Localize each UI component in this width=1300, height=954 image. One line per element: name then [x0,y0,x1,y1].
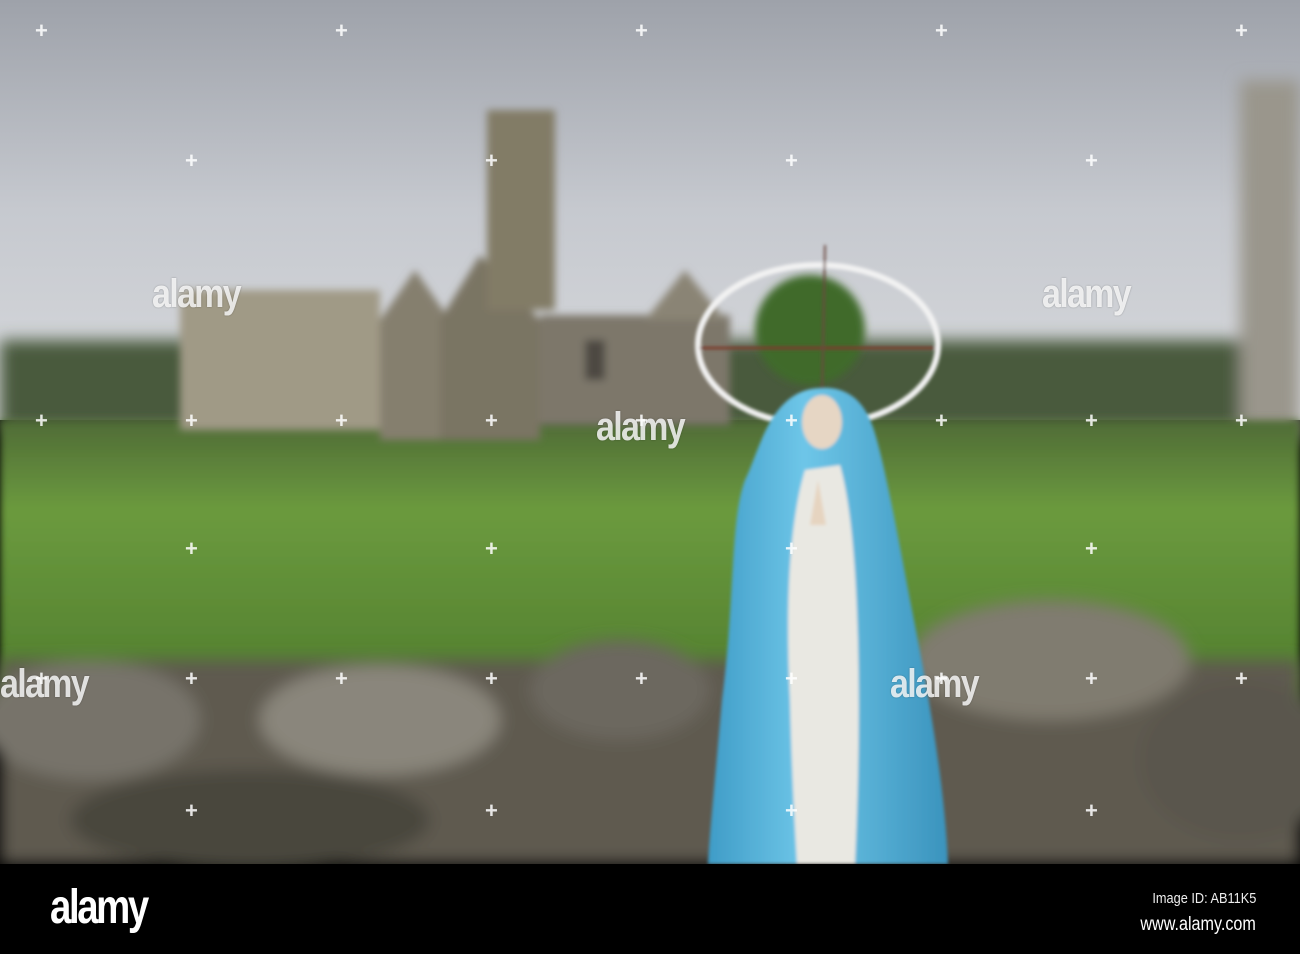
image-id: Image ID: AB11K5 [1152,890,1256,907]
watermark-cross-icon: + [935,666,948,691]
stock-photo: alamy alamy alamy alamy alamy + + + + + + + + + +… [0,0,1300,954]
watermark-cross-icon: + [185,148,198,173]
watermark-cross-icon: + [935,408,948,433]
watermark-cross-icon: + [1235,18,1248,43]
watermark-cross-icon: + [1085,666,1098,691]
watermark-cross-icon: + [35,666,48,691]
watermark-cross-icon: + [185,666,198,691]
watermark-cross-icon: + [785,666,798,691]
alamy-logo: alamy [50,881,149,934]
watermark-cross-icon: + [785,408,798,433]
watermark-cross-icon: + [1085,148,1098,173]
watermark-cross-icon: + [335,18,348,43]
watermark-cross-icon: + [635,18,648,43]
watermark-cross-icon: + [785,536,798,561]
watermark-cross-icon: + [485,148,498,173]
watermark-cross-icon: + [185,408,198,433]
watermark-cross-icon: + [185,798,198,823]
watermark-cross-icon: + [485,666,498,691]
watermark-cross-icon: + [335,408,348,433]
watermark-cross-icon: + [485,408,498,433]
site-url: www.alamy.com [1140,914,1256,935]
alamy-watermark: alamy [1042,272,1132,316]
alamy-watermark: alamy [152,272,242,316]
tree [755,275,865,385]
watermark-cross-icon: + [1235,666,1248,691]
watermark-cross-icon: + [35,18,48,43]
watermark-cross-icon: + [1085,798,1098,823]
watermark-cross-icon: + [485,798,498,823]
watermark-cross-icon: + [185,536,198,561]
watermark-cross-icon: + [785,798,798,823]
watermark-cross-icon: + [785,148,798,173]
watermark-cross-icon: + [1085,536,1098,561]
watermark-cross-icon: + [935,18,948,43]
watermark-cross-icon: + [35,408,48,433]
watermark-cross-icon: + [635,408,648,433]
watermark-cross-icon: + [1235,408,1248,433]
watermark-cross-icon: + [485,536,498,561]
watermark-cross-icon: + [1085,408,1098,433]
watermark-cross-icon: + [335,666,348,691]
photo-scene: alamy alamy alamy alamy alamy + + + + + + + + + +… [0,0,1300,864]
footer-bar: alamy Image ID: AB11K5 www.alamy.com [0,864,1300,954]
alamy-watermark: alamy [890,662,980,706]
watermark-cross-icon: + [635,666,648,691]
